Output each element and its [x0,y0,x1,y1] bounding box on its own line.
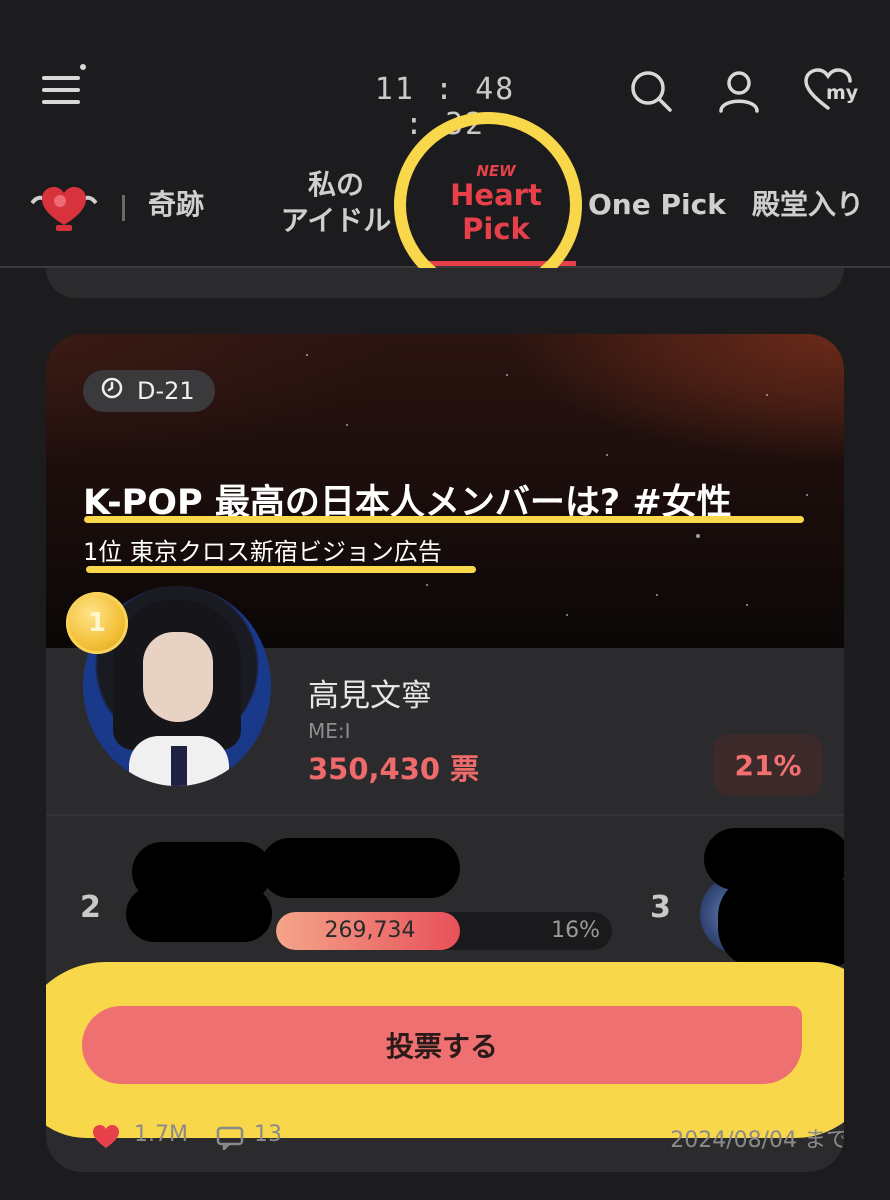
vote-button[interactable]: 投票する [82,1006,802,1084]
rank1-group: ME:I [308,719,351,743]
dday-label: D-21 [137,377,195,405]
rank1-percent: 21% [713,734,823,796]
heart-count: 1.7M [134,1122,188,1147]
search-icon[interactable] [628,68,674,114]
previous-card [46,268,844,298]
dday-badge: D-21 [83,370,215,412]
subtitle-highlight [86,566,476,573]
heart-pick-card[interactable]: D-21 K-POP 最高の日本人メンバーは? #女性 1位 東京クロス新宿ビジ… [46,334,844,1172]
my-heart-icon[interactable]: my [804,68,859,114]
deadline-text: 2024/08/04 まで [670,1128,844,1153]
clock-icon [101,377,123,405]
poll-subtitle: 1位 東京クロス新宿ビジョン広告 [83,538,442,566]
rank1-name: 高見文寧 [308,678,432,714]
rank2-progress-bar: 269,734 16% [276,912,612,950]
rank2-percent: 16% [551,918,600,943]
tab-my-idol[interactable]: 私の アイドル [276,167,396,239]
tab-miracle[interactable]: 奇跡 [148,187,204,223]
rank2-votes: 269,734 [324,918,416,943]
tab-separator [122,195,125,221]
tab-my-idol-line1: 私の [307,168,364,201]
redacted-block [718,876,844,968]
card-divider [46,814,844,816]
rank2-number: 2 [80,890,101,925]
rank1-votes: 350,430 票 [308,752,480,786]
menu-icon[interactable] [40,64,88,110]
vote-area: 投票する [46,962,844,1138]
rank3-number: 3 [650,890,671,925]
gold-medal-icon: 1 [66,592,128,654]
tab-my-idol-line2: アイドル [280,204,392,237]
tab-one-pick[interactable]: One Pick [588,187,726,223]
comment-icon [216,1126,244,1156]
redacted-block [126,886,272,942]
card-footer: 1.7M 13 2024/08/04 まで [92,1118,844,1158]
tab-hall-of-fame[interactable]: 殿堂入り [752,187,864,223]
miracle-heart-icon[interactable] [30,177,98,235]
heart-icon [92,1124,120,1156]
profile-icon[interactable] [716,68,762,114]
title-highlight [84,516,804,523]
redacted-block [260,838,460,898]
my-label: my [826,82,859,104]
notification-dot [80,64,86,70]
comment-count: 13 [254,1122,282,1147]
